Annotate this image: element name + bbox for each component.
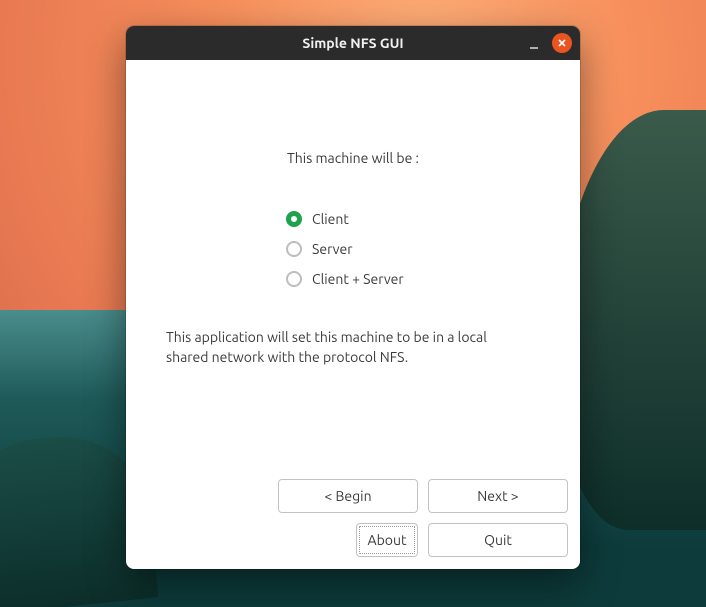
radio-label: Client + Server	[312, 271, 404, 287]
next-button[interactable]: Next >	[428, 479, 568, 513]
begin-button[interactable]: < Begin	[278, 479, 418, 513]
desktop-background: Simple NFS GUI This machine will be : Cl…	[0, 0, 706, 607]
radio-icon	[286, 211, 302, 227]
radio-icon	[286, 271, 302, 287]
quit-button[interactable]: Quit	[428, 523, 568, 557]
radio-server[interactable]: Server	[286, 234, 540, 264]
radio-client-server[interactable]: Client + Server	[286, 264, 540, 294]
dialog-window: Simple NFS GUI This machine will be : Cl…	[126, 26, 580, 569]
radio-label: Client	[312, 211, 349, 227]
minimize-button[interactable]	[526, 35, 542, 51]
description-text: This application will set this machine t…	[166, 328, 540, 367]
window-title: Simple NFS GUI	[302, 35, 403, 51]
nav-button-row: < Begin Next >	[278, 479, 568, 513]
role-radio-group: Client Server Client + Server	[286, 204, 540, 294]
content-area: This machine will be : Client Server Cli…	[126, 60, 580, 467]
radio-label: Server	[312, 241, 353, 257]
action-button-row: About Quit	[356, 523, 568, 557]
footer: < Begin Next > About Quit	[126, 467, 580, 569]
titlebar[interactable]: Simple NFS GUI	[126, 26, 580, 60]
window-controls	[526, 26, 572, 60]
close-button[interactable]	[552, 33, 572, 53]
heading: This machine will be :	[166, 150, 540, 166]
radio-icon	[286, 241, 302, 257]
about-button[interactable]: About	[356, 523, 418, 557]
radio-client[interactable]: Client	[286, 204, 540, 234]
